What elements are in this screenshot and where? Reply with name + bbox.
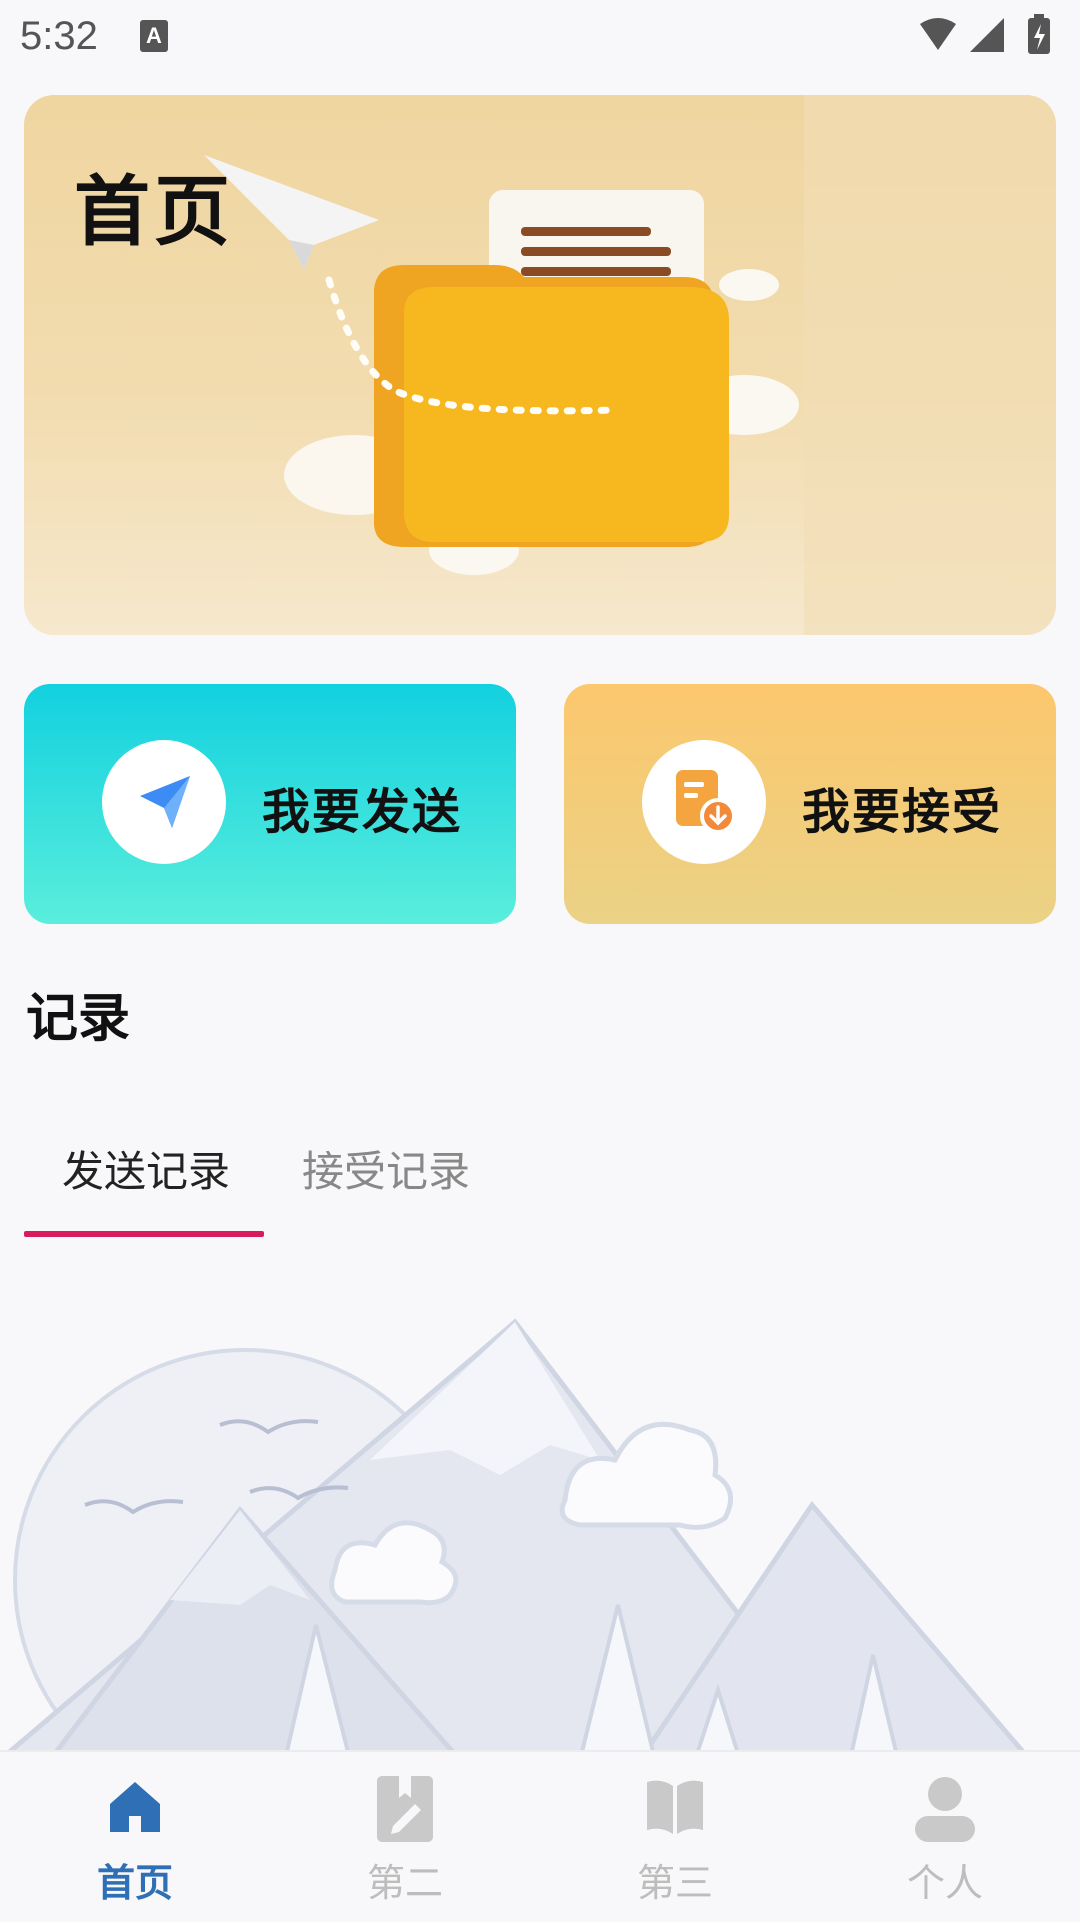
nav-item-profile[interactable]: 个人 [810, 1752, 1080, 1922]
records-title: 记录 [26, 989, 131, 1049]
tab-receive-records[interactable]: 接受记录 [302, 1138, 470, 1199]
edit-document-icon [377, 1776, 433, 1842]
receive-card[interactable]: 我要接受 [564, 684, 1056, 924]
book-icon [647, 1780, 703, 1834]
send-icon-circle [102, 740, 226, 864]
home-icon [110, 1782, 160, 1832]
status-icons [910, 12, 1060, 62]
receive-icon-circle [642, 740, 766, 864]
empty-state-illustration [0, 1318, 1034, 1760]
tab-send-records[interactable]: 发送记录 [62, 1138, 230, 1199]
person-icon [915, 1777, 975, 1842]
notification-a-icon: A [140, 20, 168, 52]
nav-item-third[interactable]: 第三 [540, 1752, 810, 1922]
nav-label-third: 第三 [636, 1861, 713, 1905]
send-card[interactable]: 我要发送 [24, 684, 516, 924]
wifi-icon [920, 18, 956, 50]
nav-label-home: 首页 [96, 1861, 173, 1905]
send-label: 我要发送 [262, 784, 463, 840]
signal-icon [970, 18, 1004, 52]
status-bar: 5:32 A [0, 0, 1080, 75]
tab-indicator [24, 1231, 264, 1237]
nav-item-second[interactable]: 第二 [270, 1752, 540, 1922]
bottom-nav: 首页 第二 第三 个人 [0, 1750, 1080, 1922]
battery-icon [1028, 14, 1050, 54]
nav-label-profile: 个人 [906, 1861, 983, 1905]
banner-title: 首页 [74, 167, 234, 256]
download-file-icon [676, 770, 736, 834]
paper-plane-icon [140, 776, 190, 828]
nav-label-second: 第二 [366, 1861, 443, 1905]
receive-label: 我要接受 [802, 784, 1003, 840]
status-time: 5:32 [20, 14, 98, 58]
home-banner: 首页 [24, 95, 1056, 635]
nav-item-home[interactable]: 首页 [0, 1752, 270, 1922]
